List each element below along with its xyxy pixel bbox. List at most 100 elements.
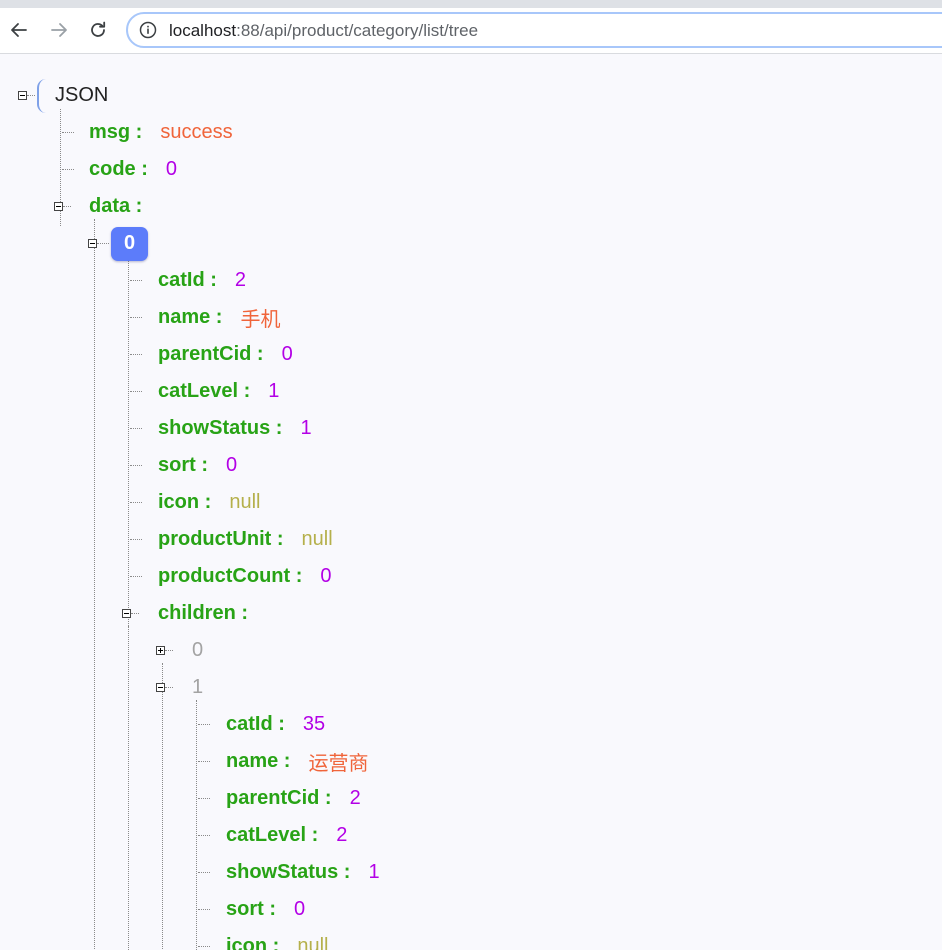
json-row-children: children : [120,595,266,632]
value-productCount: 0 [320,565,332,587]
json-row-name: name : 手机 [128,299,280,336]
tree-line [162,663,163,950]
tree-line [130,539,142,540]
key-child-icon: icon : [226,935,280,950]
key-productCount: productCount : [158,565,303,587]
value-sort: 0 [226,454,238,476]
value-child-parentCid: 2 [349,787,361,809]
json-row-index-0: 0 [86,225,148,262]
key-name: name : [158,306,223,328]
json-row-child-sort: sort : 0 [196,891,305,928]
value-productUnit: null [301,528,333,550]
json-row-child-icon: icon : null [196,928,328,950]
json-root-row: JSON [18,77,108,114]
json-row-child-0: 0 [154,632,203,669]
json-row-child-parentCid: parentCid : 2 [196,780,361,817]
value-parentCid: 0 [281,343,293,365]
value-child-sort: 0 [294,898,306,920]
tab-strip [0,0,942,8]
value-code: 0 [165,158,178,180]
tree-line [62,132,74,133]
tree-line [198,761,210,762]
key-child-catId: catId : [226,713,285,735]
tree-line [198,946,210,947]
json-row-child-catLevel: catLevel : 2 [196,817,347,854]
value-child-catLevel: 2 [336,824,348,846]
json-row-catLevel: catLevel : 1 [128,373,279,410]
json-row-child-catId: catId : 35 [196,706,325,743]
value-name: 手机 [240,309,281,331]
key-code: code : [89,158,148,180]
key-msg: msg : [89,121,143,143]
tree-line [131,613,139,614]
key-child-sort: sort : [226,898,276,920]
child-index-1[interactable]: 1 [192,676,203,699]
forward-button[interactable] [45,16,73,44]
key-child-showStatus: showStatus : [226,861,351,883]
tree-line [130,502,142,503]
tree-line [198,835,210,836]
value-child-catId: 35 [302,713,326,735]
json-row-child-1: 1 [154,669,203,706]
key-showStatus: showStatus : [158,417,283,439]
root-label: JSON [55,84,109,106]
value-msg: success [160,121,233,143]
tree-line [130,465,142,466]
json-row-data: data : [52,188,160,225]
tree-line [130,391,142,392]
back-button[interactable] [5,16,33,44]
reload-icon [91,21,106,37]
tree-line [165,650,173,651]
key-icon: icon : [158,491,212,513]
tree-line [198,909,210,910]
json-row-child-showStatus: showStatus : 1 [196,854,380,891]
reload-button[interactable] [84,16,112,44]
key-child-parentCid: parentCid : [226,787,332,809]
collapse-data-toggle[interactable] [54,202,63,211]
tree-line [130,317,142,318]
child-index-0[interactable]: 0 [192,639,203,662]
tree-line [130,354,142,355]
tree-line [130,428,142,429]
collapse-child1-toggle[interactable] [156,683,165,692]
key-data: data : [89,195,143,217]
url-host: localhost [169,21,237,40]
tree-line [128,626,129,950]
site-info-icon[interactable] [139,21,157,39]
arrow-right-icon [51,23,67,37]
tree-line [62,169,74,170]
tree-line [130,280,142,281]
json-row-icon: icon : null [128,484,260,521]
key-catId: catId : [158,269,217,291]
array-index-badge[interactable]: 0 [111,226,148,261]
arrow-left-icon [11,23,27,37]
json-row-parentCid: parentCid : 0 [128,336,293,373]
tree-line [198,724,210,725]
json-row-msg: msg : success [60,114,233,151]
key-child-name: name : [226,750,291,772]
json-row-child-name: name : 运营商 [196,743,368,780]
value-child-name: 运营商 [308,753,369,775]
json-row-showStatus: showStatus : 1 [128,410,312,447]
tree-line [97,243,109,244]
json-row-productUnit: productUnit : null [128,521,333,558]
collapse-item0-toggle[interactable] [88,239,97,248]
value-icon: null [229,491,261,513]
collapse-root-toggle[interactable] [18,91,27,100]
address-bar[interactable]: localhost:88/api/product/category/list/t… [126,12,942,48]
json-row-productCount: productCount : 0 [128,558,332,595]
root-brace [37,79,46,113]
collapse-children-toggle[interactable] [122,609,131,618]
tree-line [165,687,173,688]
tree-line [27,95,35,96]
key-productUnit: productUnit : [158,528,284,550]
expand-child0-toggle[interactable] [156,646,165,655]
tree-line [130,576,142,577]
json-row-catId: catId : 2 [128,262,246,299]
key-child-catLevel: catLevel : [226,824,319,846]
json-row-code: code : 0 [60,151,177,188]
key-children: children : [158,602,249,624]
tree-line [198,872,210,873]
url-text[interactable]: localhost:88/api/product/category/list/t… [169,21,478,41]
key-parentCid: parentCid : [158,343,264,365]
